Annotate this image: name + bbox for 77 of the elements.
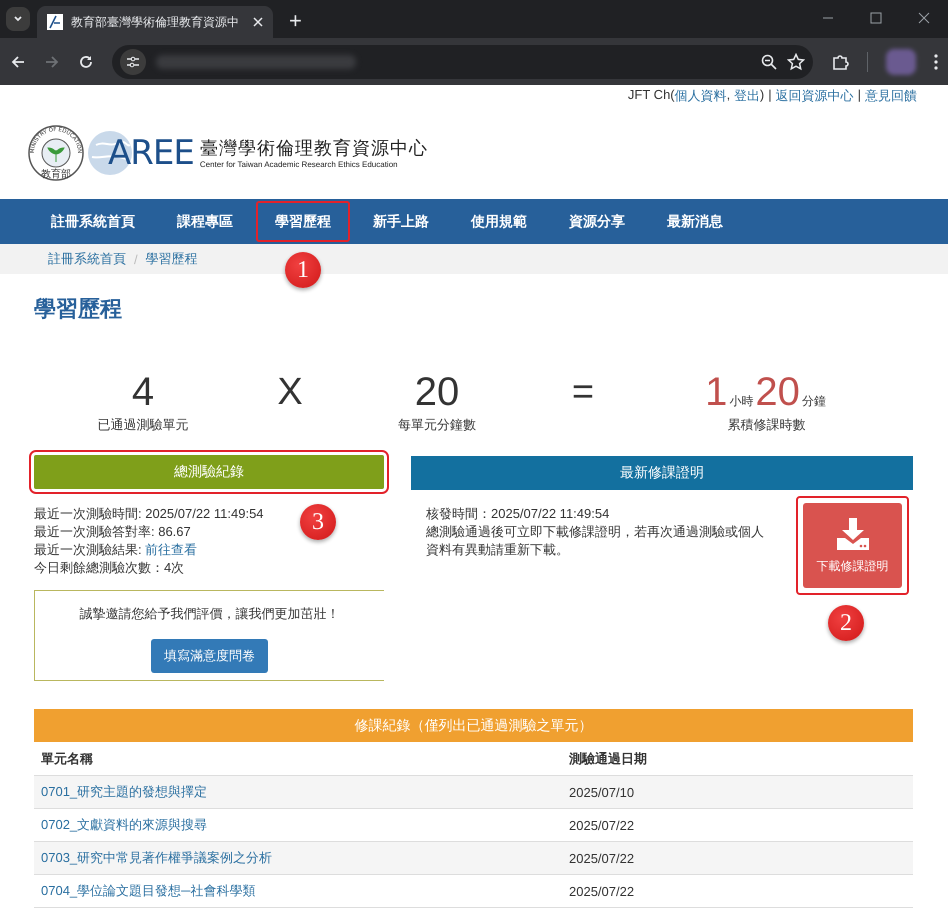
new-tab-button[interactable]: +	[285, 9, 306, 33]
reload-icon[interactable]	[78, 54, 94, 70]
panel-header[interactable]: 總測驗紀錄	[34, 455, 384, 489]
stat-label: 已通過測驗單元	[98, 416, 188, 434]
star-icon[interactable]	[787, 52, 805, 70]
unit-link[interactable]: 0704_學位論文題目發想─社會科學類	[34, 882, 562, 900]
menu-icon[interactable]	[934, 54, 938, 70]
table-cell-text: 2025/07/22	[568, 850, 636, 866]
forward-icon[interactable]	[44, 54, 60, 70]
nav-item[interactable]: 註冊系統首頁	[30, 199, 156, 244]
operator-sign: X	[277, 370, 303, 415]
download-button[interactable]: 下載修課證明	[803, 503, 902, 588]
nav-item[interactable]: 使用規範	[450, 199, 548, 244]
browser-tab[interactable]: 教育部臺灣學術倫理教育資源中	[37, 6, 273, 38]
column-header: 單元名稱	[40, 750, 94, 768]
header-link[interactable]: 登出	[734, 87, 760, 106]
zoom-icon[interactable]	[761, 54, 777, 70]
download-note: 總測驗通過後可立即下載修課證明，若再次通過測驗或個人資料有異動請重新下載。	[426, 523, 765, 559]
duration-unit: 小時	[729, 393, 754, 410]
header-link[interactable]: 返回資源中心	[776, 87, 854, 106]
separator-text: |	[858, 87, 861, 104]
unit-link[interactable]: 0702_文獻資料的來源與搜尋	[34, 816, 562, 834]
chevron-down-icon	[13, 14, 23, 24]
table-title: 修課紀錄（僅列出已通過測驗之單元）	[34, 709, 913, 742]
nav-item[interactable]: 新手上路	[352, 199, 450, 244]
puzzle-icon[interactable]	[831, 52, 849, 70]
table-cell-text: 2025/07/22	[568, 884, 636, 898]
back-icon[interactable]	[10, 54, 26, 70]
stat-label: 累積修課時數	[728, 416, 806, 434]
table-cell-text: 2025/07/10	[568, 784, 636, 800]
tab-title: 教育部臺灣學術倫理教育資源中	[71, 14, 240, 30]
info-line: 最近一次測驗結果: 前往查看	[34, 541, 198, 559]
survey-text: 誠摯邀請您給予我們評價，讓我們更加茁壯！	[80, 605, 340, 623]
stat-value: 20	[414, 369, 460, 416]
unit-link[interactable]: 0701_研究主題的發想與擇定	[34, 783, 562, 801]
annotation-marker: 3	[300, 504, 336, 540]
site-title: 臺灣學術倫理教育資源中心	[200, 137, 428, 160]
table-cell-text: 2025/07/22	[568, 818, 636, 832]
header-link[interactable]: 個人資料	[674, 87, 727, 106]
nav-item[interactable]: 最新消息	[646, 199, 744, 244]
user-text: )	[760, 87, 764, 104]
panel-header: 最新修課證明	[411, 456, 913, 490]
breadcrumb-link[interactable]: 註冊系統首頁	[48, 250, 126, 268]
info-line: 今日剩餘總測驗次數：4次	[34, 559, 184, 577]
site-subtitle: Center for Taiwan Academic Research Ethics Education	[200, 160, 399, 169]
favicon-icon	[47, 14, 63, 30]
issue-time: 核發時間：2025/07/22 11:49:54	[426, 505, 610, 523]
nav-item[interactable]: 學習歷程	[254, 199, 352, 244]
result-link[interactable]: 前往查看	[145, 542, 198, 557]
duration-value: 1	[705, 369, 728, 416]
header-link[interactable]: 意見回饋	[865, 87, 917, 106]
user-text: ,	[726, 87, 732, 104]
separator-text: |	[768, 87, 772, 104]
nav-item[interactable]: 資源分享	[548, 199, 646, 244]
column-header: 測驗通過日期	[568, 750, 648, 768]
unit-link[interactable]: 0703_研究中常見著作權爭議案例之分析	[34, 849, 562, 867]
annotation-marker: 2	[828, 605, 864, 641]
nav-item[interactable]: 課程專區	[156, 199, 254, 244]
info-line: 最近一次測驗時間: 2025/07/22 11:49:54	[34, 505, 264, 523]
survey-button[interactable]: 填寫滿意度問卷	[151, 639, 268, 673]
site-info-icon[interactable]	[120, 48, 146, 74]
maximize-icon[interactable]	[870, 12, 882, 24]
stat-label: 每單元分鐘數	[398, 416, 476, 434]
breadcrumb-separator: /	[134, 252, 138, 266]
breadcrumb-link[interactable]: 學習歷程	[146, 250, 198, 268]
page-title: 學習歷程	[34, 295, 123, 323]
logo-mark: AREE	[108, 136, 194, 170]
operator-sign: =	[572, 370, 594, 415]
user-text: JFT Ch(	[628, 87, 675, 104]
stat-value: 4	[132, 369, 154, 416]
tab-list-button[interactable]	[6, 7, 30, 31]
duration-unit: 分鐘	[802, 393, 826, 410]
duration-value: 20	[755, 369, 800, 416]
info-line: 最近一次測驗答對率: 86.67	[34, 523, 191, 541]
download-icon	[834, 516, 870, 552]
annotation-marker: 1	[285, 252, 321, 288]
close-icon[interactable]	[918, 12, 930, 24]
